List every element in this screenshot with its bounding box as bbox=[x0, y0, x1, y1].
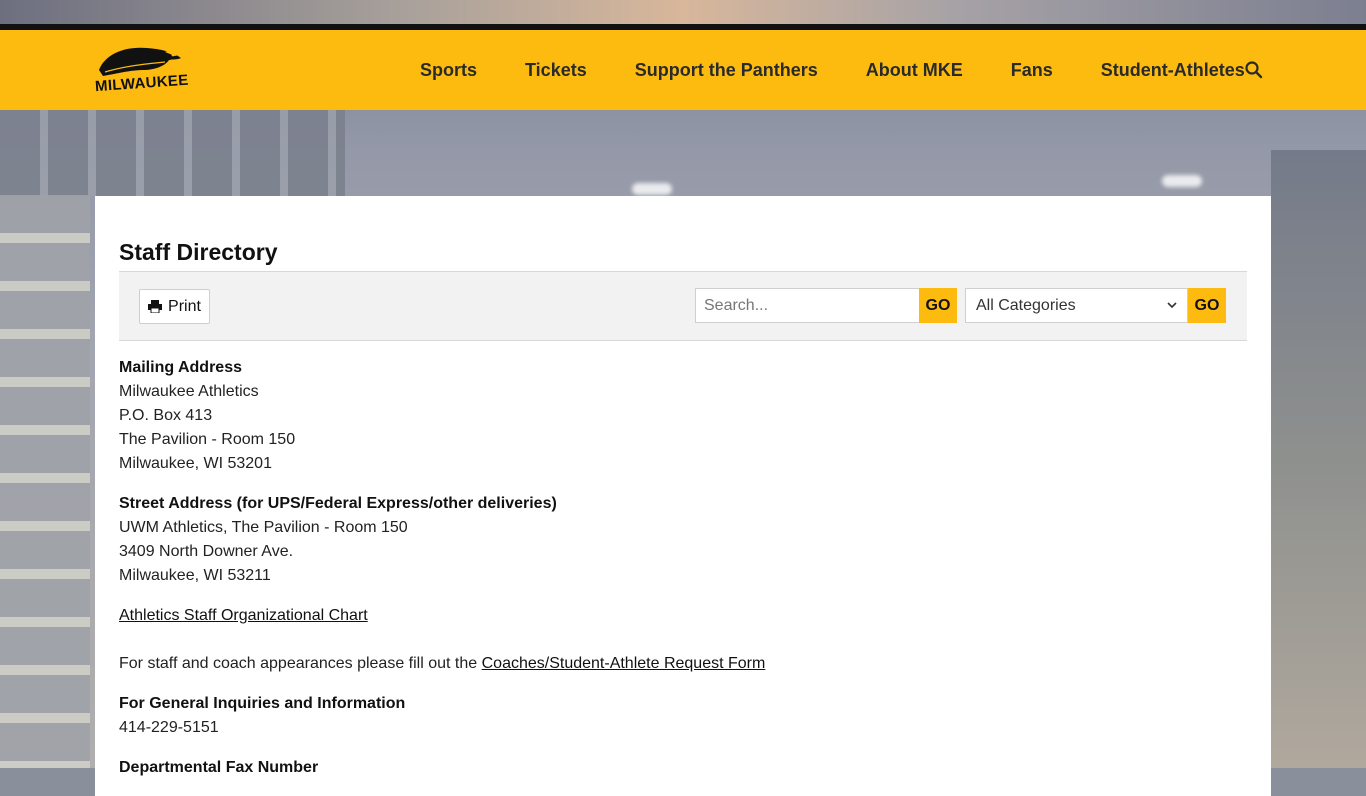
print-label: Print bbox=[168, 297, 201, 315]
nav-item-sports[interactable]: Sports bbox=[396, 60, 501, 81]
search-icon[interactable] bbox=[1244, 60, 1264, 80]
category-select[interactable]: All Categories bbox=[965, 288, 1188, 323]
street-line: UWM Athletics, The Pavilion - Room 150 bbox=[119, 519, 408, 536]
request-form-link[interactable]: Coaches/Student-Athlete Request Form bbox=[482, 655, 766, 672]
mailing-heading: Mailing Address bbox=[119, 359, 242, 376]
nav-item-support[interactable]: Support the Panthers bbox=[611, 60, 842, 81]
directory-toolbar: Print GO All Categories GO bbox=[119, 271, 1247, 341]
background-building bbox=[0, 110, 345, 196]
street-line: Milwaukee, WI 53211 bbox=[119, 567, 271, 584]
inquiries-heading: For General Inquiries and Information bbox=[119, 695, 406, 712]
appearance-paragraph: For staff and coach appearances please f… bbox=[119, 652, 1247, 676]
category-selected-value: All Categories bbox=[976, 296, 1076, 314]
mailing-address: Mailing Address Milwaukee Athletics P.O.… bbox=[119, 356, 1247, 476]
mailing-line: The Pavilion - Room 150 bbox=[119, 431, 296, 448]
chevron-down-icon bbox=[1167, 302, 1177, 309]
milwaukee-panther-logo[interactable]: MILWAUKEE bbox=[95, 44, 189, 96]
nav-item-student-athletes[interactable]: Student-Athletes bbox=[1077, 60, 1269, 81]
org-chart-paragraph: Athletics Staff Organizational Chart bbox=[119, 604, 1247, 628]
search-go-button[interactable]: GO bbox=[919, 288, 957, 323]
appearance-text: For staff and coach appearances please f… bbox=[119, 655, 482, 672]
page-title: Staff Directory bbox=[119, 239, 278, 266]
inquiries-info: For General Inquiries and Information 41… bbox=[119, 692, 1247, 740]
fax-heading: Departmental Fax Number bbox=[119, 759, 319, 776]
stadium-light bbox=[1162, 175, 1202, 187]
mailing-line: Milwaukee Athletics bbox=[119, 383, 259, 400]
nav-item-about[interactable]: About MKE bbox=[842, 60, 987, 81]
nav-item-tickets[interactable]: Tickets bbox=[501, 60, 611, 81]
org-chart-link[interactable]: Athletics Staff Organizational Chart bbox=[119, 607, 368, 624]
street-line: 3409 North Downer Ave. bbox=[119, 543, 294, 560]
print-button[interactable]: Print bbox=[139, 289, 210, 324]
stadium-light bbox=[632, 183, 672, 195]
street-address: Street Address (for UPS/Federal Express/… bbox=[119, 492, 1247, 588]
search-input[interactable] bbox=[695, 288, 925, 323]
inquiries-phone: 414-229-5151 bbox=[119, 719, 219, 736]
skyline-strip bbox=[0, 0, 1366, 24]
fax-info: Departmental Fax Number bbox=[119, 756, 1247, 780]
main-nav: Sports Tickets Support the Panthers Abou… bbox=[396, 30, 1269, 110]
directory-info: Mailing Address Milwaukee Athletics P.O.… bbox=[119, 356, 1247, 796]
category-go-button[interactable]: GO bbox=[1188, 288, 1226, 323]
mailing-line: P.O. Box 413 bbox=[119, 407, 213, 424]
printer-icon bbox=[148, 300, 163, 313]
street-heading: Street Address (for UPS/Federal Express/… bbox=[119, 495, 557, 512]
nav-item-fans[interactable]: Fans bbox=[987, 60, 1077, 81]
background-stadium bbox=[1271, 150, 1366, 768]
site-header: MILWAUKEE Sports Tickets Support the Pan… bbox=[0, 30, 1366, 110]
mailing-line: Milwaukee, WI 53201 bbox=[119, 455, 272, 472]
staff-directory-card: Staff Directory Print GO All Categories … bbox=[95, 196, 1271, 796]
background-building-left bbox=[0, 195, 90, 768]
